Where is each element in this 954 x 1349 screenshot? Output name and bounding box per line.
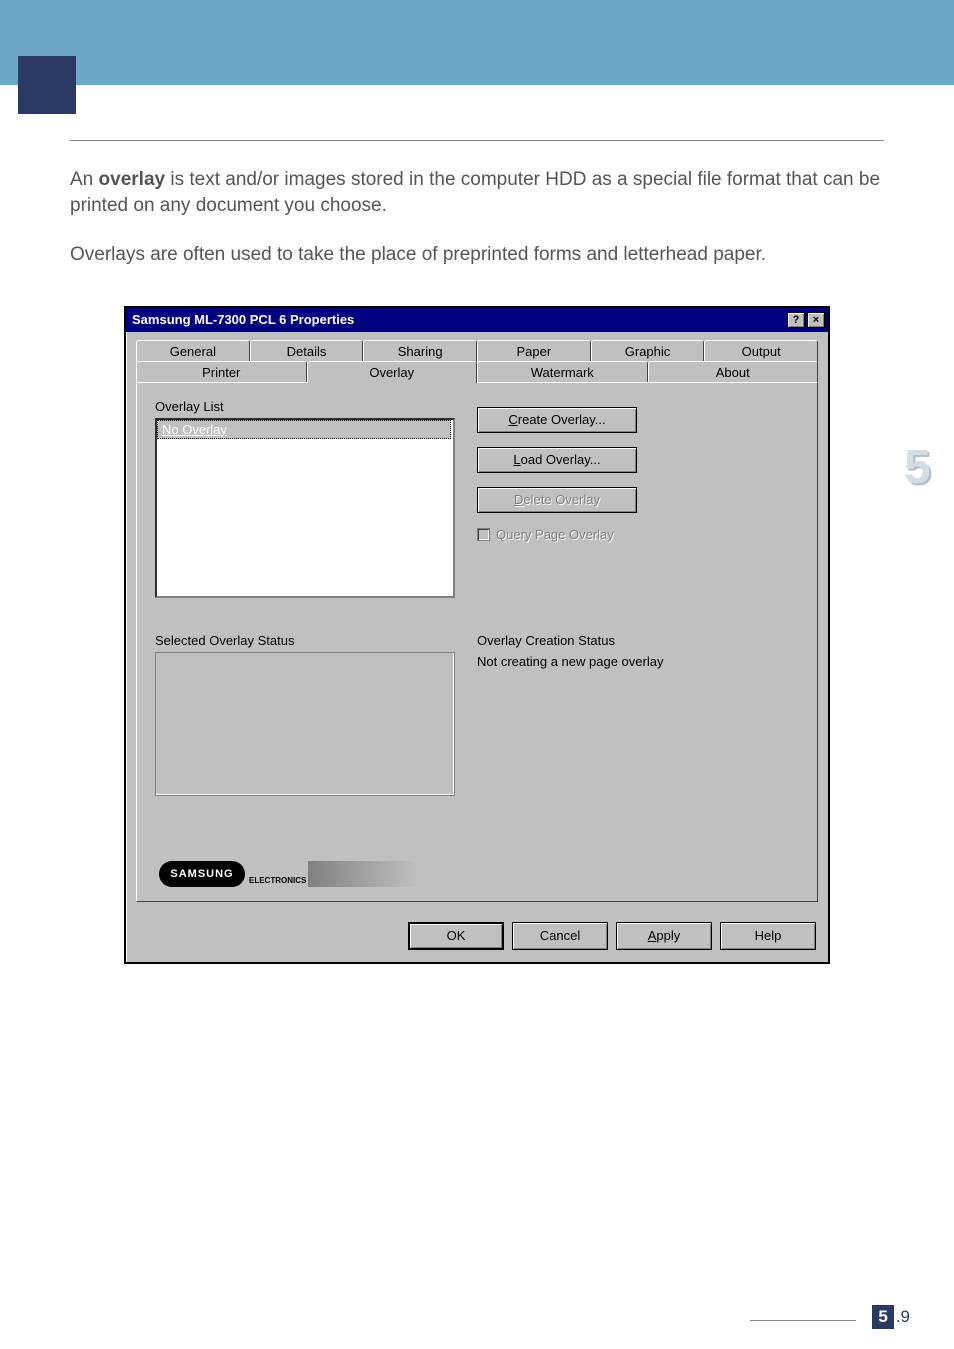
tab-overlay[interactable]: Overlay: [307, 361, 478, 383]
apply-button[interactable]: Apply: [616, 922, 712, 950]
tab-output[interactable]: Output: [704, 340, 818, 362]
footer-chapter: 5: [872, 1305, 893, 1329]
p1-bold: overlay: [99, 169, 166, 190]
tab-rows: General Details Sharing Paper Graphic Ou…: [136, 340, 818, 383]
help-btn[interactable]: Help: [720, 922, 816, 950]
close-icon: ×: [813, 314, 819, 326]
overlay-listbox[interactable]: No Overlay: [155, 418, 455, 598]
overlay-actions-col: Create Overlay... Load Overlay... Delete…: [477, 407, 797, 542]
dialog-title: Samsung ML-7300 PCL 6 Properties: [132, 312, 354, 327]
footer-rule: [750, 1320, 856, 1321]
selected-status-col: Selected Overlay Status: [155, 633, 455, 796]
samsung-logo: SAMSUNG: [159, 861, 245, 887]
creation-status-col: Overlay Creation Status Not creating a n…: [477, 633, 787, 669]
logo-gradient: [308, 861, 418, 887]
overlay-list-col: Overlay List No Overlay: [155, 399, 455, 598]
query-page-overlay-row: Query Page Overlay: [477, 527, 797, 542]
p1-pre: An: [70, 169, 99, 190]
tab-watermark[interactable]: Watermark: [477, 361, 648, 383]
properties-dialog: Samsung ML-7300 PCL 6 Properties ? × Gen…: [124, 306, 830, 964]
selected-status-box: [155, 652, 455, 796]
header-bar: [0, 0, 954, 85]
p1-post: is text and/or images stored in the comp…: [70, 169, 880, 216]
selected-status-label: Selected Overlay Status: [155, 633, 455, 648]
horizontal-rule: [70, 140, 884, 141]
creation-status-label: Overlay Creation Status: [477, 633, 787, 648]
tab-details[interactable]: Details: [250, 340, 364, 362]
close-button[interactable]: ×: [807, 312, 825, 328]
samsung-logo-area: SAMSUNG ELECTRONICS: [159, 861, 418, 887]
intro-paragraph-2: Overlays are often used to take the plac…: [70, 242, 884, 268]
tab-general[interactable]: General: [136, 340, 250, 362]
title-bar[interactable]: Samsung ML-7300 PCL 6 Properties ? ×: [126, 308, 828, 332]
side-chapter-number: 5: [904, 440, 946, 496]
query-page-overlay-checkbox: [477, 528, 490, 541]
page-content: An overlay is text and/or images stored …: [0, 85, 954, 964]
overlay-list-item[interactable]: No Overlay: [157, 420, 451, 439]
intro-paragraph-1: An overlay is text and/or images stored …: [70, 167, 884, 218]
load-overlay-button[interactable]: Load Overlay...: [477, 447, 637, 473]
footer-page: .9: [896, 1307, 910, 1327]
tab-about[interactable]: About: [648, 361, 819, 383]
creation-status-value: Not creating a new page overlay: [477, 654, 787, 669]
dialog-buttons-row: OK Cancel Apply Help: [126, 912, 828, 962]
tab-row-front: Printer Overlay Watermark About: [136, 361, 818, 383]
tab-graphic[interactable]: Graphic: [591, 340, 705, 362]
samsung-logo-sub: ELECTRONICS: [249, 876, 306, 885]
tabs-area: General Details Sharing Paper Graphic Ou…: [126, 332, 828, 912]
tab-printer[interactable]: Printer: [136, 361, 307, 383]
tab-panel-overlay: Overlay List No Overlay Create Overlay..…: [136, 382, 818, 902]
tab-row-back: General Details Sharing Paper Graphic Ou…: [136, 340, 818, 362]
help-icon: ?: [793, 314, 800, 326]
cancel-button[interactable]: Cancel: [512, 922, 608, 950]
help-button[interactable]: ?: [787, 312, 805, 328]
create-overlay-button[interactable]: Create Overlay...: [477, 407, 637, 433]
header-accent-block: [18, 56, 76, 114]
tab-sharing[interactable]: Sharing: [363, 340, 477, 362]
overlay-list-label: Overlay List: [155, 399, 455, 414]
ok-button[interactable]: OK: [408, 922, 504, 950]
page-footer: 5 .9: [750, 1305, 910, 1329]
delete-overlay-button: Delete Overlay: [477, 487, 637, 513]
dialog-wrap: Samsung ML-7300 PCL 6 Properties ? × Gen…: [70, 306, 884, 964]
tab-paper[interactable]: Paper: [477, 340, 591, 362]
